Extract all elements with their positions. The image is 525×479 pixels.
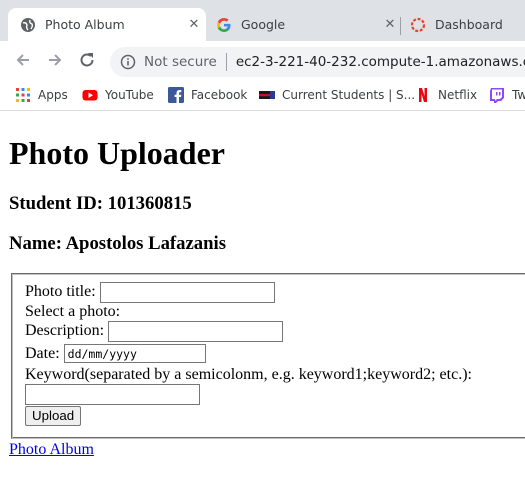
tab-strip: Photo Album ✕ Google ✕ Dashboard (0, 0, 525, 41)
photo-title-label: Photo title: (25, 283, 96, 300)
bookmark-label: Netflix (438, 88, 478, 102)
description-input[interactable] (108, 320, 284, 342)
keyword-label: Keyword(separated by a semicolonm, e.g. … (25, 365, 472, 383)
students-icon (259, 91, 275, 99)
keyword-input-row (25, 384, 517, 405)
close-icon[interactable]: ✕ (182, 17, 206, 32)
url-text[interactable]: ec2-3-221-40-232.compute-1.amazonaws.com… (236, 54, 525, 70)
page-title: Photo Uploader (9, 135, 225, 171)
date-label: Date: (25, 344, 60, 362)
bookmark-youtube[interactable]: YouTube (82, 86, 154, 104)
tab-title: Photo Album (45, 17, 125, 32)
twitch-icon (490, 88, 504, 103)
forward-button[interactable] (44, 49, 66, 71)
bookmark-label: Facebook (191, 88, 248, 102)
back-arrow-icon (16, 54, 29, 66)
security-label: Not secure (144, 54, 217, 70)
tab-title: Dashboard (435, 17, 503, 32)
student-name: Name: Apostolos Lafazanis (9, 233, 226, 254)
upload-form: Photo title: Select a photo: Description… (11, 273, 525, 439)
close-icon[interactable]: ✕ (378, 17, 402, 32)
date-input[interactable]: dd/mm/yyyy (63, 344, 206, 363)
keyword-input[interactable] (25, 384, 200, 405)
upload-button[interactable]: Upload (25, 406, 82, 426)
forward-arrow-icon (49, 54, 62, 66)
tab-google[interactable]: Google ✕ (206, 8, 402, 41)
tab-title: Google (241, 17, 286, 32)
youtube-icon (82, 90, 98, 101)
bookmark-apps[interactable]: Apps (15, 86, 68, 104)
student-id: Student ID: 101360815 (9, 193, 192, 214)
bookmark-label: YouTube (105, 88, 154, 102)
back-button[interactable] (12, 49, 34, 71)
tab-dashboard[interactable]: Dashboard (402, 8, 525, 41)
reload-icon (80, 53, 94, 67)
bookmark-facebook[interactable]: Facebook (168, 86, 247, 104)
bookmark-twitch[interactable]: Tw (489, 86, 525, 104)
upload-row: Upload (25, 405, 517, 427)
dashboard-icon (410, 17, 426, 32)
google-icon (217, 17, 231, 32)
bookmark-label: Current Students | S... (282, 88, 416, 102)
facebook-icon (168, 87, 184, 103)
date-row: Date: dd/mm/yyyy (25, 342, 517, 365)
photo-title-row: Photo title: (25, 281, 517, 303)
tab-photo-album[interactable]: Photo Album ✕ (8, 8, 206, 41)
netflix-icon (419, 88, 427, 102)
bookmark-current-students[interactable]: Current Students | S... (259, 86, 415, 104)
select-photo-label: Select a photo: (25, 302, 121, 320)
select-photo-row: Select a photo: (25, 303, 517, 320)
apps-grid-icon (16, 88, 30, 102)
tab-divider (400, 17, 401, 35)
reload-button[interactable] (76, 49, 98, 71)
globe-icon (21, 17, 35, 32)
bookmark-netflix[interactable]: Netflix (415, 86, 477, 104)
address-divider (225, 53, 227, 71)
photo-album-link[interactable]: Photo Album (9, 440, 525, 459)
info-icon[interactable] (120, 54, 136, 70)
date-placeholder: dd/mm/yyyy (67, 346, 137, 361)
description-row: Description: (25, 320, 517, 342)
keyword-label-row: Keyword(separated by a semicolonm, e.g. … (25, 365, 517, 384)
address-bar[interactable]: Not secure ec2-3-221-40-232.compute-1.am… (110, 47, 525, 77)
bookmarks-bar: Apps YouTube Facebook Current Students |… (0, 80, 525, 111)
bookmark-label: Tw (512, 88, 525, 102)
page-content: Photo Uploader Student ID: 101360815 Nam… (9, 111, 525, 459)
bookmark-label: Apps (38, 88, 68, 102)
description-label: Description: (25, 322, 105, 339)
photo-title-input[interactable] (99, 281, 275, 303)
